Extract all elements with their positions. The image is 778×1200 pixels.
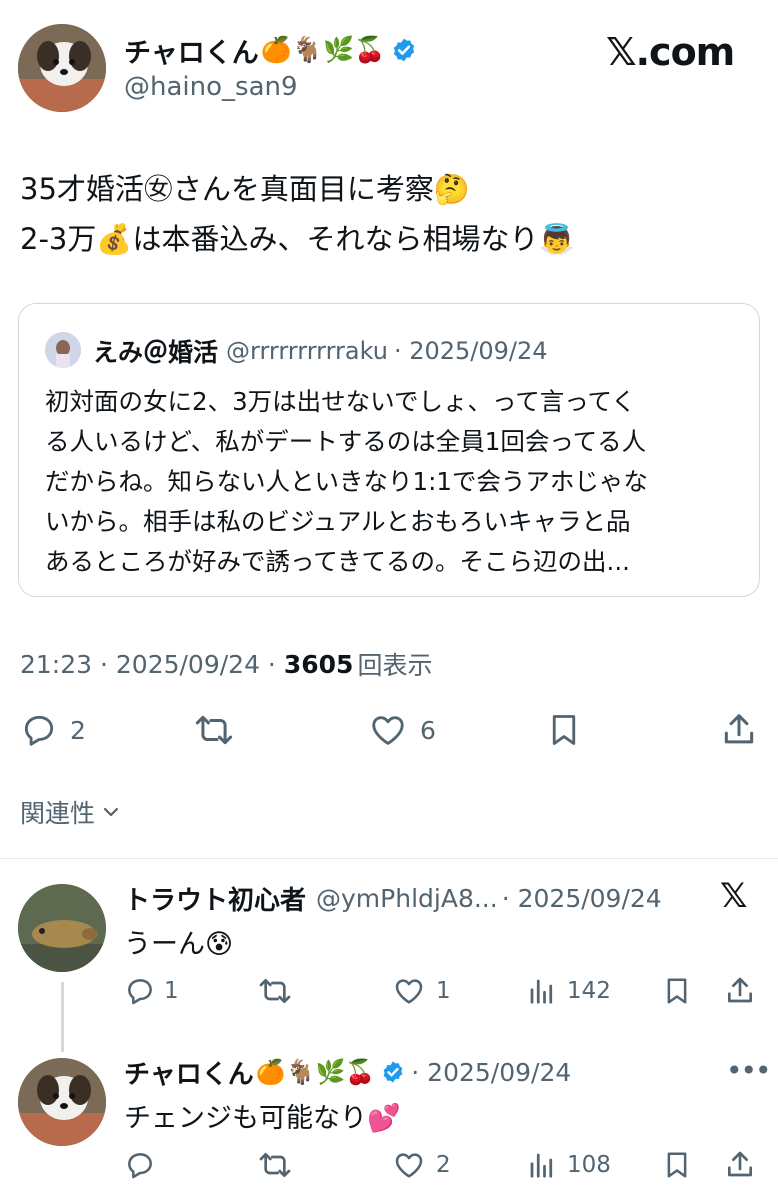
x-logo-icon: 𝕏 [720, 876, 748, 916]
share-button[interactable] [724, 1148, 756, 1182]
view-count: 142 [567, 978, 611, 1004]
quote-author-avatar [45, 332, 81, 368]
quote-tweet-card[interactable]: えみ＠婚活 @rrrrrrrrrraku · 2025/09/24 初対面の女に… [18, 303, 760, 597]
heart-icon [392, 975, 426, 1007]
tweet-timestamp[interactable]: 21:23 · 2025/09/24 · [20, 650, 276, 679]
bar-chart-icon [527, 1149, 557, 1181]
quote-text-line: だからね。知らない人といきなり1:1で会うアホじゃな [45, 467, 648, 496]
reply-date[interactable]: · 2025/09/24 [502, 884, 662, 913]
share-button[interactable] [724, 974, 756, 1008]
reply-button[interactable]: 2 [20, 710, 86, 750]
like-count: 1 [436, 978, 451, 1004]
reply-button[interactable] [124, 1148, 168, 1182]
bar-chart-icon [527, 975, 557, 1007]
reply-count: 2 [70, 715, 86, 745]
related-label: 関連性 [20, 799, 96, 828]
like-button[interactable]: 1 [392, 974, 451, 1008]
more-options-icon[interactable]: ••• [726, 1054, 772, 1087]
like-button[interactable]: 2 [392, 1148, 451, 1182]
like-count: 2 [436, 1152, 451, 1178]
quote-date: · 2025/09/24 [393, 337, 548, 365]
share-icon [724, 1149, 756, 1181]
quote-text-line: る人いるけど、私がデートするのは全員1回会ってる人 [45, 427, 647, 456]
reply-icon [124, 1149, 156, 1181]
bookmark-icon [662, 1149, 692, 1181]
quote-text: 初対面の女に2、3万は出せないでしょ、って言ってく る人いるけど、私がデートする… [45, 382, 745, 582]
reply-author-handle[interactable]: @ymPhldjA8... [316, 884, 498, 913]
reply-text: うーん😰 [124, 929, 234, 960]
view-count-label: 回表示 [357, 651, 433, 680]
views-button[interactable]: 108 [527, 1148, 611, 1182]
share-icon [724, 975, 756, 1007]
author-emoji: 🍊🐐🌿🍒 [260, 35, 386, 64]
related-dropdown[interactable]: 関連性 [20, 794, 123, 830]
tweet-text-line-1: 35才婚活㊛さんを真面目に考察🤔 [20, 172, 471, 206]
verified-icon [391, 37, 417, 63]
bookmark-button[interactable] [662, 1148, 692, 1182]
divider [0, 858, 778, 859]
retweet-button[interactable] [193, 710, 235, 750]
quote-text-line: いから。相手は私のビジュアルとおもろいキャラと品 [45, 507, 631, 536]
heart-icon [368, 711, 408, 749]
reply-date[interactable]: · 2025/09/24 [411, 1058, 571, 1087]
reply-icon [20, 711, 58, 749]
reply-text: チェンジも可能なり💕 [124, 1103, 401, 1134]
chevron-down-icon [99, 800, 123, 824]
retweet-icon [257, 1149, 293, 1181]
tweet-text-line-2: 2-3万💰は本番込み、それなら相場なり👼 [20, 222, 575, 256]
thread-line [61, 982, 64, 1052]
reply-author-name[interactable]: チャロくん [124, 1054, 254, 1091]
heart-icon [392, 1149, 426, 1181]
quote-text-line: 初対面の女に2、3万は出せないでしょ、って言ってく [45, 387, 636, 416]
reply-author-avatar[interactable] [18, 1058, 106, 1146]
retweet-icon [257, 975, 293, 1007]
reply-author-name[interactable]: トラウト初心者 [124, 880, 306, 917]
retweet-icon [193, 711, 235, 749]
views-button[interactable]: 142 [527, 974, 611, 1008]
bookmark-button[interactable] [546, 710, 582, 750]
reply-author-avatar[interactable] [18, 884, 106, 972]
retweet-button[interactable] [257, 974, 293, 1008]
like-button[interactable]: 6 [368, 710, 436, 750]
bookmark-icon [662, 975, 692, 1007]
like-count: 6 [420, 715, 436, 745]
bookmark-button[interactable] [662, 974, 692, 1008]
bookmark-icon [546, 711, 582, 749]
author-avatar[interactable] [18, 24, 106, 112]
author-handle[interactable]: @haino_san9 [124, 72, 298, 102]
quote-text-line: あるところが好みで誘ってきてるの。そこら辺の出... [45, 547, 630, 576]
retweet-button[interactable] [257, 1148, 293, 1182]
verified-icon [381, 1060, 405, 1084]
reply-icon [124, 975, 156, 1007]
view-count: 3605 [283, 649, 354, 679]
reply-author-emoji: 🍊🐐🌿🍒 [255, 1058, 376, 1086]
reply-count: 1 [164, 978, 179, 1004]
view-count: 108 [567, 1152, 611, 1178]
author-name[interactable]: チャロくん [124, 31, 259, 70]
quote-author-handle: @rrrrrrrrrraku [226, 337, 388, 365]
quote-author-name: えみ＠婚活 [93, 338, 219, 367]
share-icon [720, 711, 758, 749]
x-com-logo: 𝕏.com [606, 30, 735, 74]
reply-button[interactable]: 1 [124, 974, 179, 1008]
share-button[interactable] [720, 710, 758, 750]
